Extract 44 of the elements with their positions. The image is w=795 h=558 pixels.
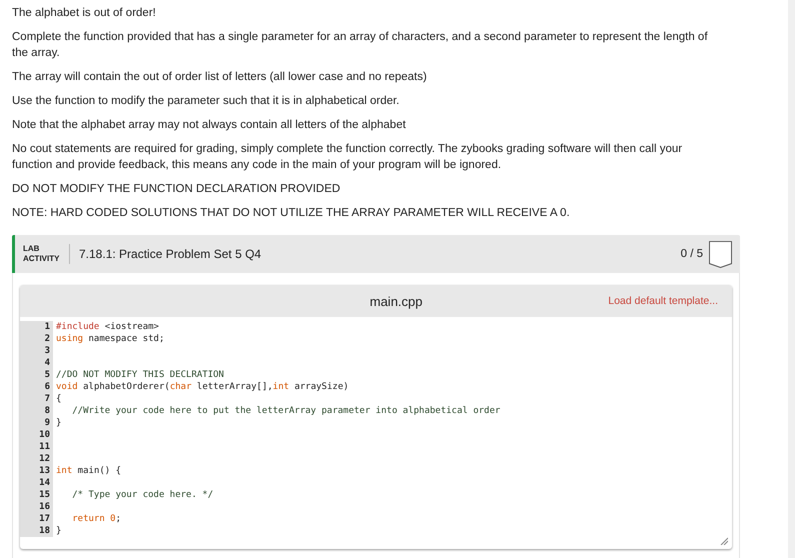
line-number: 13 xyxy=(38,465,50,477)
line-number: 18 xyxy=(38,525,50,537)
code-line: #include <iostream> xyxy=(56,321,160,333)
line-number: 4 xyxy=(44,357,50,369)
instruction-text: The alphabet is out of order! xyxy=(12,6,157,21)
instruction-text: The array will contain the out of order list of letters (all lower case and no repeats) xyxy=(12,70,428,85)
line-number: 5 xyxy=(44,369,50,381)
code-line: //DO NOT MODIFY THIS DECLRATION xyxy=(56,369,225,381)
line-number: 15 xyxy=(38,489,50,501)
line-number: 6 xyxy=(44,381,50,393)
line-number: 8 xyxy=(44,405,50,417)
code-line: int main() { xyxy=(56,465,122,477)
instruction-text: NOTE: HARD CODED SOLUTIONS THAT DO NOT UTILIZE THE ARRAY PARAMETER WILL RECEIVE A 0. xyxy=(12,206,571,221)
line-number: 3 xyxy=(44,345,50,357)
code-line: { xyxy=(56,393,62,405)
line-number: 7 xyxy=(44,393,50,405)
instruction-text: DO NOT MODIFY THE FUNCTION DECLARATION PROVIDED xyxy=(12,182,342,197)
line-number: 12 xyxy=(38,453,50,465)
code-line: //Write your code here to put the letterArray parameter into alphabetical order xyxy=(71,405,500,417)
line-number: 2 xyxy=(44,333,50,345)
lab-title: 7.18.1: Practice Problem Set 5 Q4 xyxy=(79,247,262,261)
code-line: } xyxy=(56,417,62,429)
file-name: main.cpp xyxy=(368,294,424,308)
code-line: void alphabetOrderer(char letterArray[],int arraySize) xyxy=(56,381,350,393)
code-line: /* Type your code here. */ xyxy=(71,489,214,501)
code-line: using namespace std; xyxy=(56,333,166,345)
instruction-text: Use the function to modify the parameter such that it is in alphabetical order. xyxy=(12,94,400,109)
instruction-text: Note that the alphabet array may not always contain all letters of the alphabet xyxy=(12,118,407,133)
code-line: return 0; xyxy=(71,513,122,525)
line-number: 17 xyxy=(38,513,50,525)
resize-grip-icon[interactable] xyxy=(720,537,728,545)
score-text: 0 / 5 xyxy=(680,248,703,260)
load-template-link[interactable]: Load default template... xyxy=(608,295,718,307)
lab-activity-label: LAB ACTIVITY xyxy=(23,244,70,264)
instruction-text: Complete the function provided that has a single parameter for an array of characters, and a second parameter to represent the length of the array. xyxy=(12,30,709,61)
score-badge-icon xyxy=(709,240,732,268)
line-number: 1 xyxy=(44,321,50,333)
instruction-text: No cout statements are required for grading, simply complete the function correctly. The zybooks grading software will then call your function and provide feedback, this means any code in the main of your program will be ignored. xyxy=(12,142,684,173)
code-line: } xyxy=(56,525,62,537)
line-number: 16 xyxy=(38,501,50,513)
line-number: 9 xyxy=(44,417,50,429)
line-number: 10 xyxy=(38,429,50,441)
line-number: 14 xyxy=(38,477,50,489)
line-number: 11 xyxy=(38,441,50,453)
